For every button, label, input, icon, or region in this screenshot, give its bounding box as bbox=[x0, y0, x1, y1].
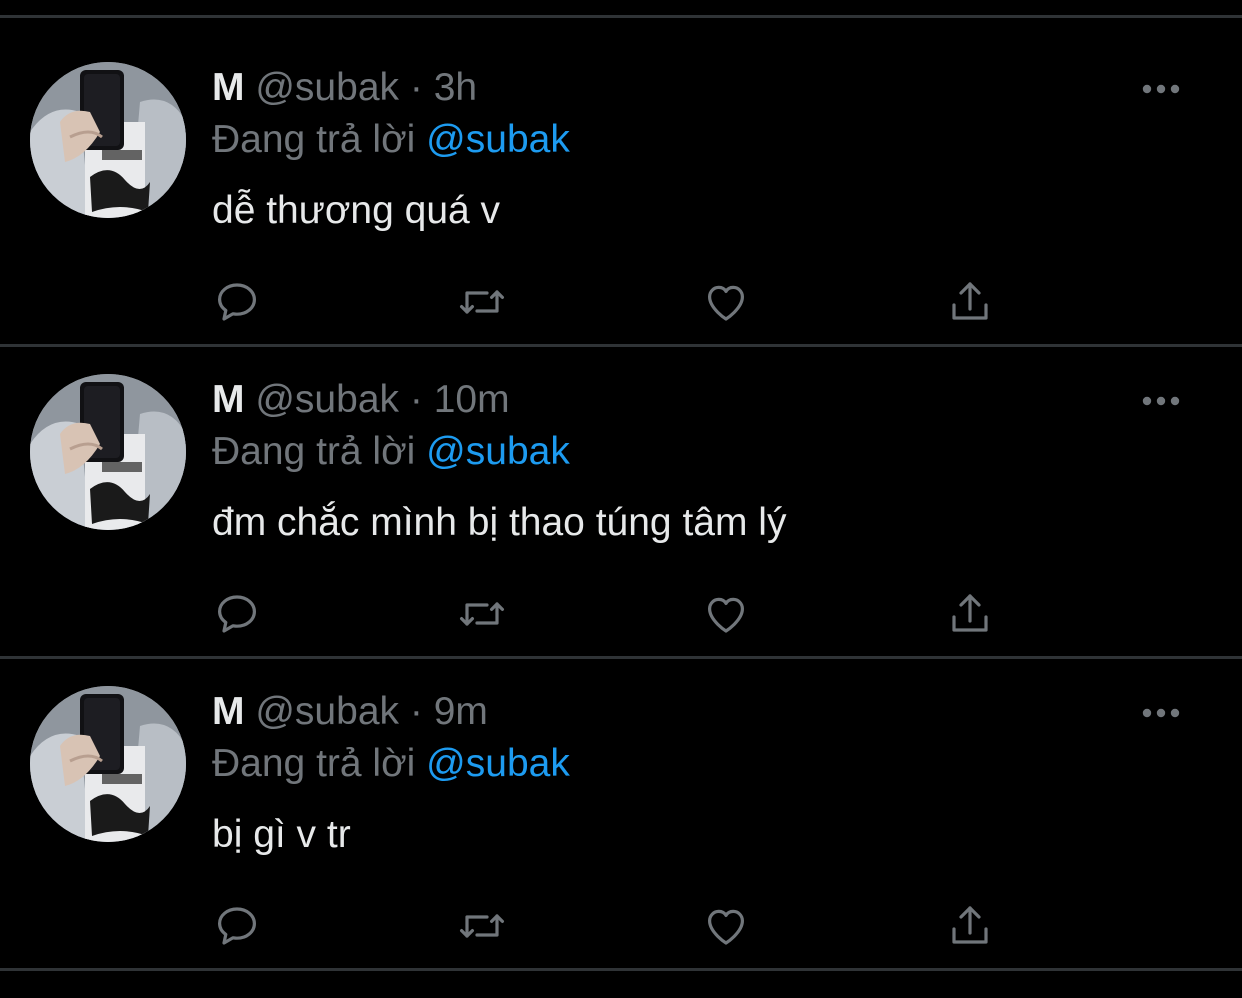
avatar-photo bbox=[30, 374, 186, 530]
like-button[interactable] bbox=[700, 900, 752, 952]
handle[interactable]: @subak bbox=[255, 690, 399, 733]
avatar[interactable] bbox=[30, 374, 186, 530]
replying-to-label: Đang trả lời bbox=[212, 742, 416, 785]
handle[interactable]: @subak bbox=[255, 378, 399, 421]
tweet-text: đm chắc mình bị thao túng tâm lý bbox=[212, 501, 787, 544]
retweet-icon bbox=[460, 602, 504, 626]
tweet-text: bị gì v tr bbox=[212, 813, 351, 856]
like-button[interactable] bbox=[700, 276, 752, 328]
tweet-text: dễ thương quá v bbox=[212, 189, 501, 232]
share-upload-icon bbox=[952, 594, 988, 632]
tweet[interactable]: M @subak · 10m Đang trả lời @subak đm ch… bbox=[0, 330, 1242, 639]
reply-bubble-icon bbox=[218, 907, 256, 945]
more-horizontal-icon bbox=[1142, 84, 1180, 94]
avatar-photo bbox=[30, 686, 186, 842]
display-name[interactable]: M bbox=[212, 378, 245, 421]
more-horizontal-icon bbox=[1142, 396, 1180, 406]
display-name[interactable]: M bbox=[212, 690, 245, 733]
separator: · bbox=[409, 690, 423, 733]
heart-icon bbox=[708, 909, 744, 945]
reply-button[interactable] bbox=[211, 900, 263, 952]
handle[interactable]: @subak bbox=[255, 66, 399, 109]
retweet-icon bbox=[460, 914, 504, 938]
mention-link[interactable]: @subak bbox=[426, 742, 570, 785]
reply-button[interactable] bbox=[211, 588, 263, 640]
more-options-button[interactable] bbox=[1136, 386, 1186, 416]
tweet-header: M @subak · 10m bbox=[212, 378, 510, 422]
timestamp[interactable]: 10m bbox=[434, 378, 510, 421]
separator: · bbox=[409, 378, 423, 421]
heart-icon bbox=[708, 285, 744, 321]
share-button[interactable] bbox=[944, 276, 996, 328]
share-button[interactable] bbox=[944, 588, 996, 640]
separator: · bbox=[409, 66, 423, 109]
display-name[interactable]: M bbox=[212, 66, 245, 109]
retweet-icon bbox=[460, 290, 504, 314]
timestamp[interactable]: 3h bbox=[434, 66, 477, 109]
heart-icon bbox=[708, 597, 744, 633]
tweet[interactable]: M @subak · 9m Đang trả lời @subak bị gì … bbox=[0, 642, 1242, 951]
reply-bubble-icon bbox=[218, 595, 256, 633]
tweet[interactable]: M @subak · 3h Đang trả lời @subak dễ thư… bbox=[0, 18, 1242, 327]
replying-to-label: Đang trả lời bbox=[212, 118, 416, 161]
share-upload-icon bbox=[952, 906, 988, 944]
reply-bubble-icon bbox=[218, 283, 256, 321]
timestamp[interactable]: 9m bbox=[434, 690, 488, 733]
more-options-button[interactable] bbox=[1136, 74, 1186, 104]
share-upload-icon bbox=[952, 282, 988, 320]
tweet-header: M @subak · 9m bbox=[212, 690, 488, 734]
replying-to: Đang trả lời @subak bbox=[212, 118, 570, 162]
replying-to: Đang trả lời @subak bbox=[212, 742, 570, 786]
retweet-button[interactable] bbox=[456, 588, 508, 640]
replying-to: Đang trả lời @subak bbox=[212, 430, 570, 474]
reply-button[interactable] bbox=[211, 276, 263, 328]
mention-link[interactable]: @subak bbox=[426, 118, 570, 161]
avatar[interactable] bbox=[30, 62, 186, 218]
retweet-button[interactable] bbox=[456, 900, 508, 952]
more-horizontal-icon bbox=[1142, 708, 1180, 718]
more-options-button[interactable] bbox=[1136, 698, 1186, 728]
replying-to-label: Đang trả lời bbox=[212, 430, 416, 473]
avatar-photo bbox=[30, 62, 186, 218]
divider-bottom bbox=[0, 968, 1242, 971]
share-button[interactable] bbox=[944, 900, 996, 952]
tweet-header: M @subak · 3h bbox=[212, 66, 477, 110]
retweet-button[interactable] bbox=[456, 276, 508, 328]
like-button[interactable] bbox=[700, 588, 752, 640]
avatar[interactable] bbox=[30, 686, 186, 842]
mention-link[interactable]: @subak bbox=[426, 430, 570, 473]
